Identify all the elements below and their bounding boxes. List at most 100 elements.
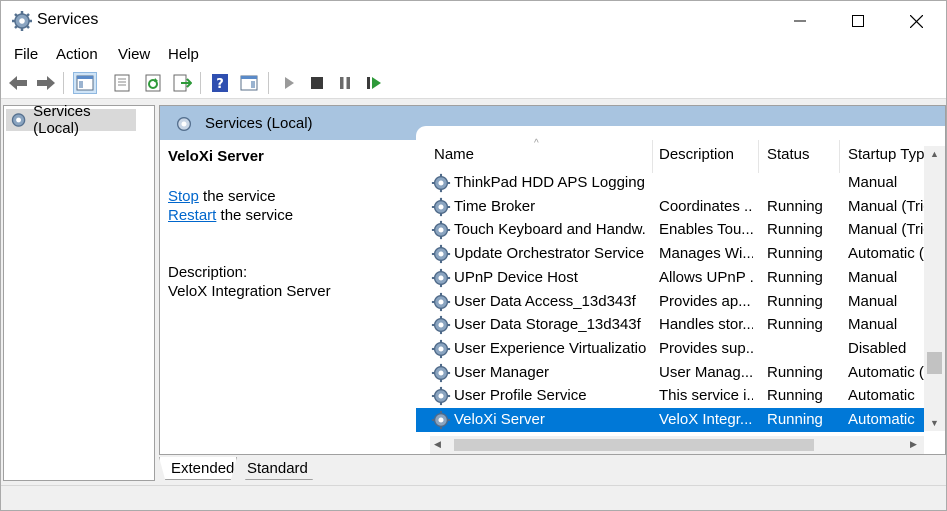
properties-icon	[114, 74, 130, 92]
service-row[interactable]: User Profile Service This service i... Run…	[416, 384, 924, 408]
service-gear-icon	[431, 197, 451, 216]
pause-service-button[interactable]	[333, 72, 357, 94]
column-divider	[758, 140, 759, 173]
show-hide-action-pane-button[interactable]	[237, 72, 261, 94]
service-name-cell: Time Broker	[454, 197, 536, 215]
help-button[interactable]: ?	[208, 72, 232, 94]
toolbar-separator	[63, 72, 64, 94]
service-name-cell: VeloXi Server	[454, 411, 545, 428]
service-gear-icon	[431, 221, 451, 240]
stop-service-button[interactable]	[305, 72, 329, 94]
selected-service-name: VeloXi Server	[168, 148, 264, 165]
horizontal-scrollbar[interactable]: ◀ ▶	[430, 436, 924, 454]
service-description-cell: Provides ap...	[659, 292, 751, 310]
service-row[interactable]: User Data Access_13d343f Provides ap... Ru…	[416, 290, 924, 314]
pause-service-icon	[340, 77, 350, 89]
view-tabs: Extended Standard	[159, 457, 559, 481]
vertical-scroll-thumb[interactable]	[927, 352, 942, 374]
service-row[interactable]: UPnP Device Host Allows UPnP ... Running Ma…	[416, 266, 924, 290]
service-row[interactable]: VeloXi Server VeloX Integr... Running Autom…	[416, 408, 924, 432]
service-name-cell: UPnP Device Host	[454, 268, 578, 286]
restart-service-link[interactable]: Restart	[168, 207, 216, 224]
menu-action[interactable]: Action	[56, 46, 98, 63]
list-header: ^ Name Description Status Startup Type	[416, 126, 924, 173]
maximize-icon	[852, 15, 864, 27]
column-header-startup-type[interactable]: Startup Type	[848, 146, 924, 163]
scroll-down-icon[interactable]: ▼	[930, 418, 939, 428]
service-status-cell: Running	[767, 363, 823, 381]
service-row[interactable]: User Data Storage_13d343f Handles stor...…	[416, 313, 924, 337]
status-bar	[1, 485, 946, 510]
service-row[interactable]: Touch Keyboard and Handw... Enables Tou..…	[416, 218, 926, 242]
forward-icon	[37, 76, 55, 90]
service-status-cell: Running	[767, 316, 823, 334]
restart-service-button[interactable]	[362, 72, 386, 94]
stop-service-icon	[311, 77, 323, 89]
maximize-button[interactable]	[829, 1, 887, 41]
refresh-button[interactable]	[141, 72, 165, 94]
stop-service-link[interactable]: Stop	[168, 188, 199, 205]
toolbar-separator	[268, 72, 269, 94]
column-divider	[652, 140, 653, 173]
close-icon	[909, 14, 923, 28]
column-header-description[interactable]: Description	[659, 146, 759, 163]
title-bar: Services	[1, 1, 946, 41]
column-header-name[interactable]: Name	[434, 146, 644, 163]
scroll-right-icon[interactable]: ▶	[910, 439, 917, 450]
menu-help[interactable]: Help	[168, 46, 199, 63]
service-row[interactable]: User Experience Virtualizatio... Provides…	[416, 337, 924, 361]
restart-service-icon	[367, 77, 381, 89]
start-service-button[interactable]	[277, 72, 301, 94]
export-list-icon	[173, 74, 192, 92]
tree-item-services-local[interactable]: Services (Local)	[6, 103, 136, 137]
services-gear-icon	[12, 11, 32, 31]
services-list: ^ Name Description Status Startup Type T…	[416, 126, 945, 454]
service-name-cell: User Data Access_13d343f	[454, 292, 636, 310]
back-icon	[9, 76, 27, 90]
menu-view[interactable]: View	[118, 46, 150, 63]
service-row[interactable]: User Manager User Manag... Running Automati…	[416, 361, 926, 385]
restart-action: Restart the service	[168, 207, 293, 224]
show-hide-console-tree-button[interactable]	[73, 72, 97, 94]
export-list-button[interactable]	[170, 72, 194, 94]
window-title: Services	[37, 11, 99, 28]
scroll-left-icon[interactable]: ◀	[434, 439, 441, 450]
service-name-cell: User Manager	[454, 363, 550, 381]
scroll-up-icon[interactable]: ▲	[930, 149, 939, 159]
close-button[interactable]	[887, 1, 945, 41]
column-header-status[interactable]: Status	[767, 146, 837, 163]
start-service-icon	[285, 77, 294, 89]
service-description-cell: User Manag...	[659, 363, 753, 381]
service-description-cell: Provides sup...	[659, 339, 753, 357]
help-icon: ?	[212, 74, 228, 92]
service-description-cell: Allows UPnP ...	[659, 268, 753, 286]
service-startup-type-cell: Manual	[848, 174, 898, 191]
service-startup-type-cell: Automatic (T	[848, 363, 926, 381]
service-gear-icon	[431, 245, 451, 264]
tab-extended[interactable]: Extended	[159, 457, 237, 480]
service-name-cell: Update Orchestrator Service	[454, 245, 645, 263]
console-tree-icon	[76, 75, 94, 91]
services-pane: Services (Local) VeloXi Server Stop the …	[159, 105, 946, 455]
services-gear-icon	[11, 113, 26, 127]
forward-button[interactable]	[34, 72, 58, 94]
properties-button[interactable]	[110, 72, 134, 94]
service-startup-type-cell: Disabled	[848, 339, 907, 357]
stop-action-text: the service	[198, 188, 276, 205]
service-row[interactable]: Update Orchestrator Service Manages Wi...…	[416, 242, 926, 266]
service-status-cell: Running	[767, 411, 823, 428]
minimize-button[interactable]	[771, 1, 829, 41]
service-description-cell: Handles stor...	[659, 316, 753, 334]
vertical-scrollbar[interactable]: ▲ ▼	[924, 146, 945, 431]
toolbar-separator	[200, 72, 201, 94]
service-row[interactable]: Time Broker Coordinates ... Running Manual …	[416, 195, 926, 219]
horizontal-scroll-thumb[interactable]	[454, 439, 814, 451]
back-button[interactable]	[6, 72, 30, 94]
service-row[interactable]: ThinkPad HDD APS Logging ... Manual	[416, 171, 924, 195]
service-description-cell: Coordinates ...	[659, 197, 753, 215]
service-startup-type-cell: Manual	[848, 268, 898, 286]
service-status-cell: Running	[767, 221, 823, 239]
tab-standard[interactable]: Standard	[239, 457, 319, 480]
service-description-cell: This service i...	[659, 387, 753, 405]
menu-file[interactable]: File	[14, 46, 38, 63]
